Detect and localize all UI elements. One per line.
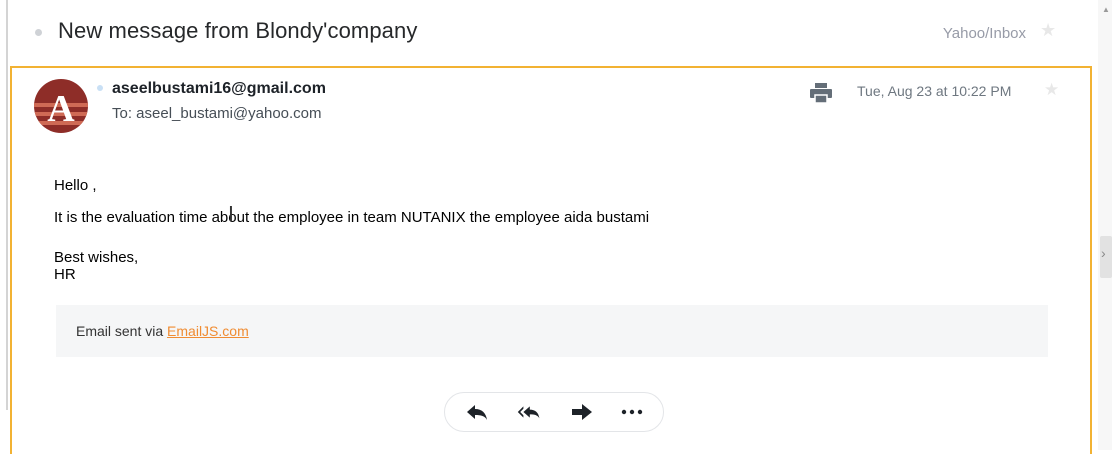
message-action-bar xyxy=(444,392,664,432)
print-icon[interactable] xyxy=(810,83,832,103)
email-footer: Email sent via EmailJS.com xyxy=(56,305,1048,357)
reply-icon[interactable] xyxy=(465,402,489,422)
body-content: It is the evaluation time about the empl… xyxy=(54,209,650,226)
scroll-up-arrow-icon[interactable]: ▲ xyxy=(1102,6,1110,14)
message-date: Tue, Aug 23 at 10:22 PM xyxy=(857,83,1012,99)
star-icon[interactable]: ★ xyxy=(1040,20,1056,41)
message-card: A aseelbustami16@gmail.com To: aseel_bus… xyxy=(10,66,1092,454)
body-greeting: Hello , xyxy=(54,177,97,194)
subject-title: New message from Blondy'company xyxy=(58,18,418,43)
body-signature: HR xyxy=(54,266,76,283)
unread-dot xyxy=(35,29,42,36)
chevron-right-icon[interactable]: › xyxy=(1101,245,1106,261)
more-icon[interactable] xyxy=(620,402,644,422)
forward-icon[interactable] xyxy=(570,402,594,422)
emailjs-link[interactable]: EmailJS.com xyxy=(167,323,249,339)
body-signoff: Best wishes, xyxy=(54,249,139,266)
recipient-line: To: aseel_bustami@yahoo.com xyxy=(112,105,322,122)
scrollbar[interactable] xyxy=(1098,0,1112,450)
reply-all-icon[interactable] xyxy=(517,402,541,422)
message-star-icon[interactable]: ★ xyxy=(1044,80,1059,100)
svg-text:A: A xyxy=(47,88,75,130)
sender-status-dot xyxy=(97,85,103,91)
text-cursor-icon: I xyxy=(228,202,234,226)
sender-email[interactable]: aseelbustami16@gmail.com xyxy=(112,80,326,98)
footer-prefix: Email sent via xyxy=(76,323,168,339)
footer-text: Email sent via EmailJS.com xyxy=(76,323,249,339)
folder-breadcrumb[interactable]: Yahoo/Inbox xyxy=(943,25,1026,42)
sender-avatar[interactable]: A xyxy=(34,79,88,133)
subject-header: New message from Blondy'company Yahoo/In… xyxy=(0,0,1092,66)
